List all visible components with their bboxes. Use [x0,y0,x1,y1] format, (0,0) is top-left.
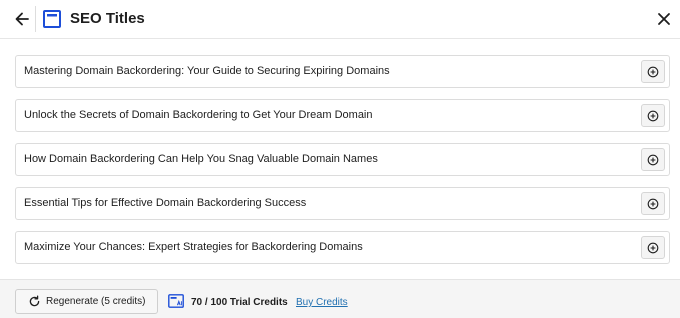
refresh-icon [29,295,40,307]
insert-title-button[interactable] [641,148,665,171]
title-text: Unlock the Secrets of Domain Backorderin… [24,109,373,121]
arrow-left-icon [15,12,29,26]
close-icon [658,13,670,25]
plus-circle-icon [647,110,659,121]
insert-title-button[interactable] [641,104,665,127]
insert-title-button[interactable] [641,236,665,259]
modal-header: SEO Titles [0,0,680,39]
close-button[interactable] [654,9,674,29]
insert-title-button[interactable] [641,192,665,215]
title-text: Maximize Your Chances: Expert Strategies… [24,241,363,253]
titles-list: Mastering Domain Backordering: Your Guid… [0,40,680,280]
regenerate-label: Regenerate (5 credits) [46,296,146,307]
back-button[interactable] [12,9,32,29]
credits-counter: 70 / 100 Trial Credits [191,297,288,308]
title-row: Mastering Domain Backordering: Your Guid… [15,55,670,88]
title-row: Essential Tips for Effective Domain Back… [15,187,670,220]
insert-title-button[interactable] [641,60,665,83]
title-row: How Domain Backordering Can Help You Sna… [15,143,670,176]
header-divider [35,6,36,32]
title-row: Maximize Your Chances: Expert Strategies… [15,231,670,264]
ai-credits-icon [168,294,184,308]
title-row: Unlock the Secrets of Domain Backorderin… [15,99,670,132]
window-icon [42,9,62,29]
plus-circle-icon [647,154,659,165]
title-text: How Domain Backordering Can Help You Sna… [24,153,378,165]
title-text: Essential Tips for Effective Domain Back… [24,197,307,209]
plus-circle-icon [647,242,659,253]
plus-circle-icon [647,198,659,209]
modal-footer: Regenerate (5 credits) 70 / 100 Trial Cr… [0,279,680,318]
plus-circle-icon [647,66,659,77]
page-title: SEO Titles [70,10,145,27]
title-text: Mastering Domain Backordering: Your Guid… [24,65,390,77]
regenerate-button[interactable]: Regenerate (5 credits) [15,289,158,314]
buy-credits-link[interactable]: Buy Credits [296,297,348,308]
